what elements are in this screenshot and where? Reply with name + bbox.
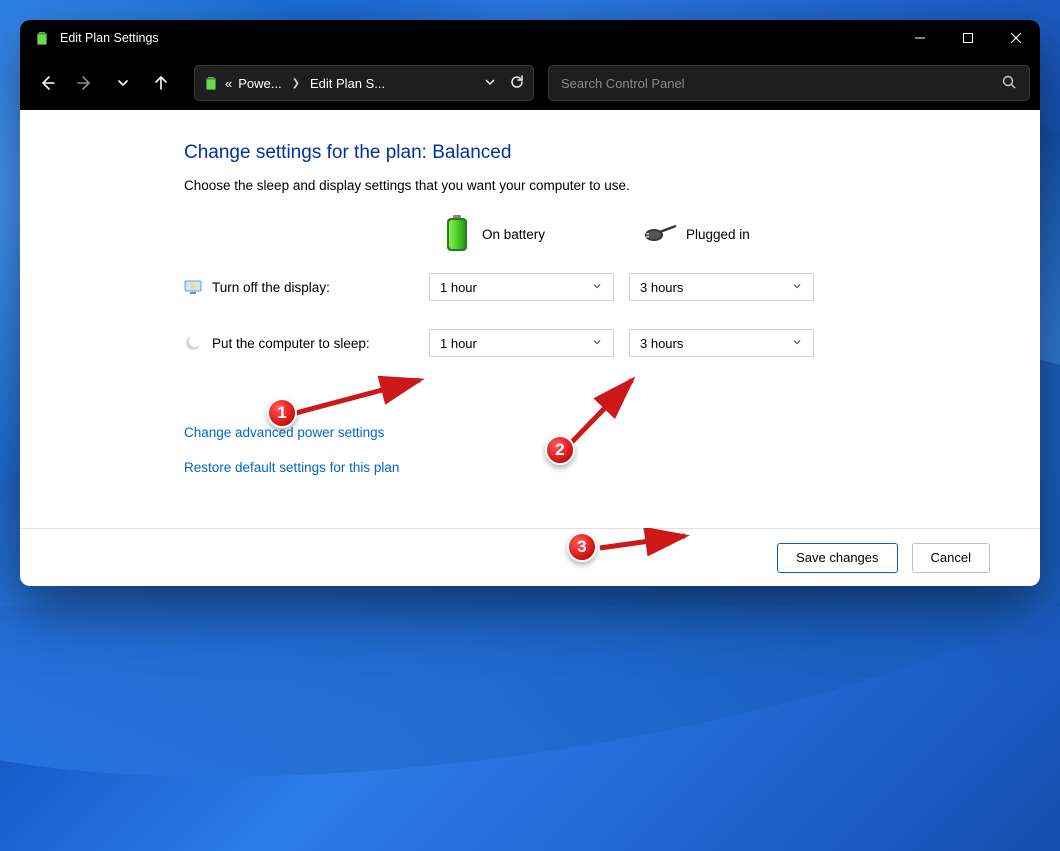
cancel-button[interactable]: Cancel [912,543,990,573]
recent-dropdown-button[interactable] [106,66,140,100]
plugged-in-header: Plugged in [644,224,844,244]
minimize-button[interactable] [896,20,944,56]
annotation-badge-2: 2 [545,435,575,465]
refresh-icon[interactable] [509,74,525,93]
annotation-badge-3: 3 [567,532,597,562]
up-button[interactable] [144,66,178,100]
titlebar: Edit Plan Settings [20,20,1040,56]
battery-icon [444,215,470,253]
sleep-row: Put the computer to sleep: 1 hour 3 hour… [184,329,1040,357]
battery-icon [203,75,219,91]
chevron-down-icon [591,336,603,351]
display-battery-dropdown[interactable]: 1 hour [429,273,614,301]
footer: Save changes Cancel [20,528,1040,586]
plug-icon [644,224,674,244]
search-input[interactable] [561,76,1001,91]
annotation-badge-1: 1 [267,398,297,428]
maximize-button[interactable] [944,20,992,56]
moon-icon [184,334,202,352]
forward-button[interactable] [68,66,102,100]
chevron-down-icon[interactable] [483,75,497,92]
chevron-right-icon: ❯ [292,78,300,89]
search-icon[interactable] [1001,74,1017,93]
sleep-label: Put the computer to sleep: [212,336,370,351]
chevron-down-icon [791,336,803,351]
breadcrumb-item[interactable]: Edit Plan S... [310,76,385,91]
plugged-in-label: Plugged in [686,227,750,242]
battery-icon [34,30,50,46]
chevron-down-icon [591,280,603,295]
on-battery-header: On battery [444,215,644,253]
window: Edit Plan Settings [20,20,1040,586]
breadcrumb-item[interactable]: Powe... [238,76,281,91]
save-button[interactable]: Save changes [777,543,897,573]
breadcrumb-prefix: « [225,76,232,91]
display-label: Turn off the display: [212,280,330,295]
dropdown-value: 3 hours [640,280,683,295]
sleep-battery-dropdown[interactable]: 1 hour [429,329,614,357]
search-bar[interactable] [548,65,1030,101]
content-area: Change settings for the plan: Balanced C… [20,110,1040,528]
column-headers: On battery Plugged in [184,215,1040,253]
restore-defaults-link[interactable]: Restore default settings for this plan [184,460,1040,475]
display-row: Turn off the display: 1 hour 3 hours [184,273,1040,301]
close-button[interactable] [992,20,1040,56]
window-title: Edit Plan Settings [60,31,159,45]
sleep-plugged-dropdown[interactable]: 3 hours [629,329,814,357]
display-plugged-dropdown[interactable]: 3 hours [629,273,814,301]
address-bar[interactable]: « Powe... ❯ Edit Plan S... [194,65,534,101]
advanced-settings-link[interactable]: Change advanced power settings [184,425,1040,440]
display-icon [184,278,202,296]
dropdown-value: 1 hour [440,280,477,295]
dropdown-value: 3 hours [640,336,683,351]
page-subtitle: Choose the sleep and display settings th… [184,178,1040,193]
toolbar: « Powe... ❯ Edit Plan S... [20,56,1040,110]
on-battery-label: On battery [482,227,545,242]
dropdown-value: 1 hour [440,336,477,351]
back-button[interactable] [30,66,64,100]
chevron-down-icon [791,280,803,295]
page-title: Change settings for the plan: Balanced [184,142,1040,164]
